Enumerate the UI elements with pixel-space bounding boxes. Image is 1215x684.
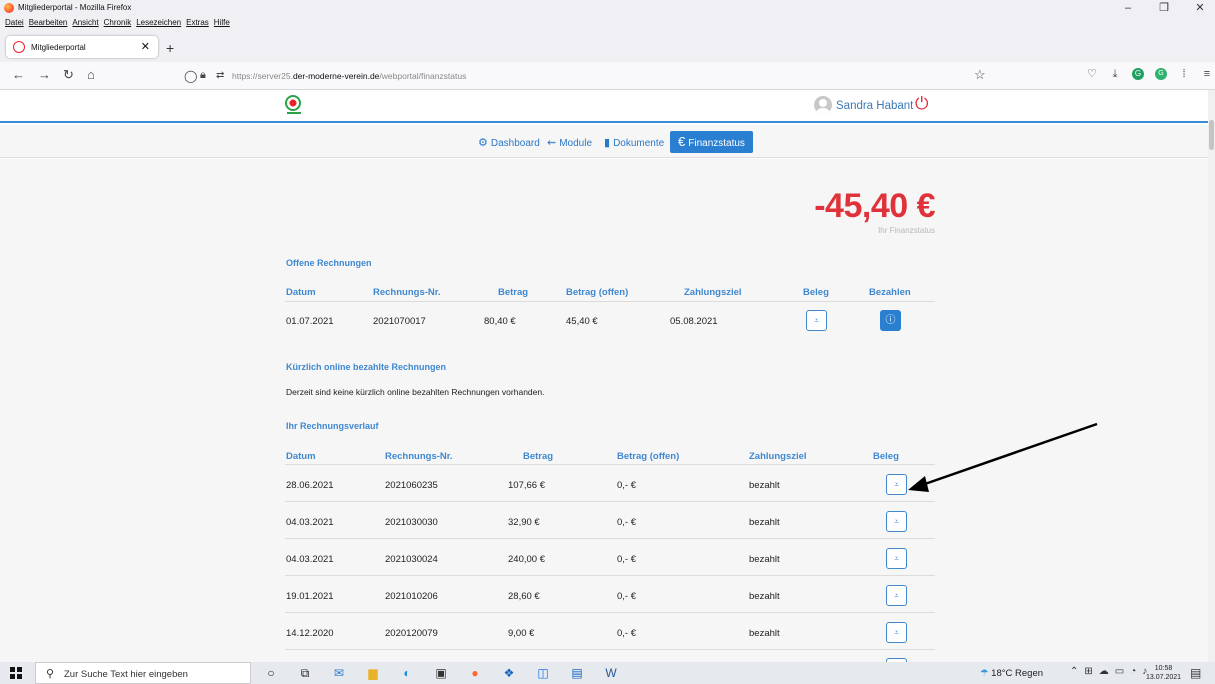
permissions-icon[interactable]: ⇄: [216, 70, 224, 81]
dropbox-icon[interactable]: ❖: [502, 666, 516, 680]
search-icon: ⚲: [46, 668, 55, 680]
weather-text: 18°C Regen: [991, 668, 1044, 679]
outlook-icon[interactable]: ▤: [570, 666, 584, 680]
windows-taskbar: ⚲ Zur Suche Text hier eingeben ○ ⧉ ✉ ▆ ◐…: [0, 662, 1215, 684]
tab-title: Mitgliederportal: [31, 43, 86, 52]
arrow-shaft: [921, 422, 1098, 487]
bookmark-star-icon[interactable]: ☆: [974, 67, 986, 83]
maximize-button[interactable]: ❐: [1155, 0, 1173, 16]
close-tab-icon[interactable]: ✕: [141, 40, 150, 53]
page-viewport: Sandra Habant ⏻ ⚙ Dashboard ⇜ Module ▮ Doku…: [0, 90, 1208, 662]
tab-mitgliederportal[interactable]: Mitgliederportal ✕: [6, 36, 158, 58]
window-title: Mitgliederportal - Mozilla Firefox: [18, 3, 132, 12]
lock-icon[interactable]: 🔒︎: [200, 69, 206, 82]
firefox-taskbar-icon[interactable]: ●: [468, 666, 482, 680]
firefox-icon: [4, 3, 14, 13]
pocket-icon[interactable]: ♡: [1086, 68, 1098, 80]
tray-chevron-icon[interactable]: ⌃: [1070, 666, 1078, 677]
tray-network-icon[interactable]: ⊞: [1084, 666, 1092, 677]
menu-datei[interactable]: Datei: [5, 16, 24, 30]
minimize-button[interactable]: –: [1119, 0, 1137, 16]
cortana-icon[interactable]: ○: [264, 666, 278, 680]
extension-generic-icon[interactable]: ⁞: [1178, 68, 1190, 80]
mail-app-icon[interactable]: ✉: [332, 666, 346, 680]
menu-hilfe[interactable]: Hilfe: [214, 16, 230, 30]
store-icon[interactable]: ▣: [434, 666, 448, 680]
edge-icon[interactable]: ◐: [400, 666, 414, 680]
explorer-icon[interactable]: ▆: [366, 666, 380, 680]
clock-time: 10:58: [1154, 665, 1173, 672]
taskbar-search-placeholder: Zur Suche Text hier eingeben: [64, 669, 188, 680]
task-view-icon[interactable]: ⧉: [298, 666, 312, 680]
menu-ansicht[interactable]: Ansicht: [72, 16, 98, 30]
close-window-button[interactable]: ✕: [1191, 0, 1209, 16]
arrow-head: [908, 476, 929, 492]
back-icon[interactable]: ←: [12, 67, 25, 82]
weather-widget[interactable]: ☂ 18°C Regen: [980, 668, 1043, 679]
tray-wifi-icon[interactable]: ◔: [1130, 666, 1136, 677]
word-icon[interactable]: W: [604, 666, 618, 680]
tray-onedrive-icon[interactable]: ☁: [1099, 666, 1109, 677]
menu-chronik[interactable]: Chronik: [104, 16, 132, 30]
tab-bar: Mitgliederportal ✕ +: [0, 32, 1215, 62]
menu-extras[interactable]: Extras: [186, 16, 209, 30]
notification-center-icon[interactable]: ▤: [1190, 666, 1201, 680]
annotation-arrow: [908, 422, 1098, 492]
taskbar-clock[interactable]: 10:58 13.07.2021: [1146, 664, 1181, 682]
home-icon[interactable]: ⌂: [87, 67, 95, 82]
taskbar-search[interactable]: ⚲ Zur Suche Text hier eingeben: [35, 662, 251, 684]
tray-battery-icon[interactable]: ▭: [1115, 666, 1124, 677]
extension-green-icon[interactable]: G: [1155, 68, 1167, 80]
site-favicon-icon: [13, 41, 25, 53]
url-bar[interactable]: ◯ 🔒︎ ⇄ https://server25.der-moderne-vere…: [174, 65, 1004, 87]
menu-lesezeichen[interactable]: Lesezeichen: [136, 16, 181, 30]
new-tab-button[interactable]: +: [166, 40, 174, 56]
navigation-bar: ← → ↻ ⌂ ◯ 🔒︎ ⇄ https://server25.der-mode…: [0, 62, 1215, 90]
tracking-shield-icon[interactable]: ◯: [184, 69, 197, 83]
extension-grammarly-icon[interactable]: G: [1132, 68, 1144, 80]
window-titlebar: Mitgliederportal - Mozilla Firefox – ❐ ✕: [0, 0, 1215, 16]
menu-bar: Datei Bearbeiten Ansicht Chronik Lesezeichen…: [0, 16, 1215, 32]
menu-bearbeiten[interactable]: Bearbeiten: [29, 16, 68, 30]
hamburger-menu-icon[interactable]: ≡: [1201, 68, 1213, 80]
page-scrollbar[interactable]: [1208, 90, 1215, 662]
clock-date: 13.07.2021: [1146, 674, 1182, 681]
downloads-icon[interactable]: ⤓: [1109, 68, 1121, 80]
url-text[interactable]: https://server25.der-moderne-verein.de/w…: [232, 71, 466, 81]
weather-icon: ☂: [980, 668, 989, 679]
windows-start-icon[interactable]: [10, 667, 22, 679]
teamviewer-icon[interactable]: ◫: [536, 666, 550, 680]
reload-icon[interactable]: ↻: [63, 67, 74, 83]
scrollbar-thumb[interactable]: [1209, 120, 1214, 150]
forward-icon[interactable]: →: [38, 67, 51, 82]
